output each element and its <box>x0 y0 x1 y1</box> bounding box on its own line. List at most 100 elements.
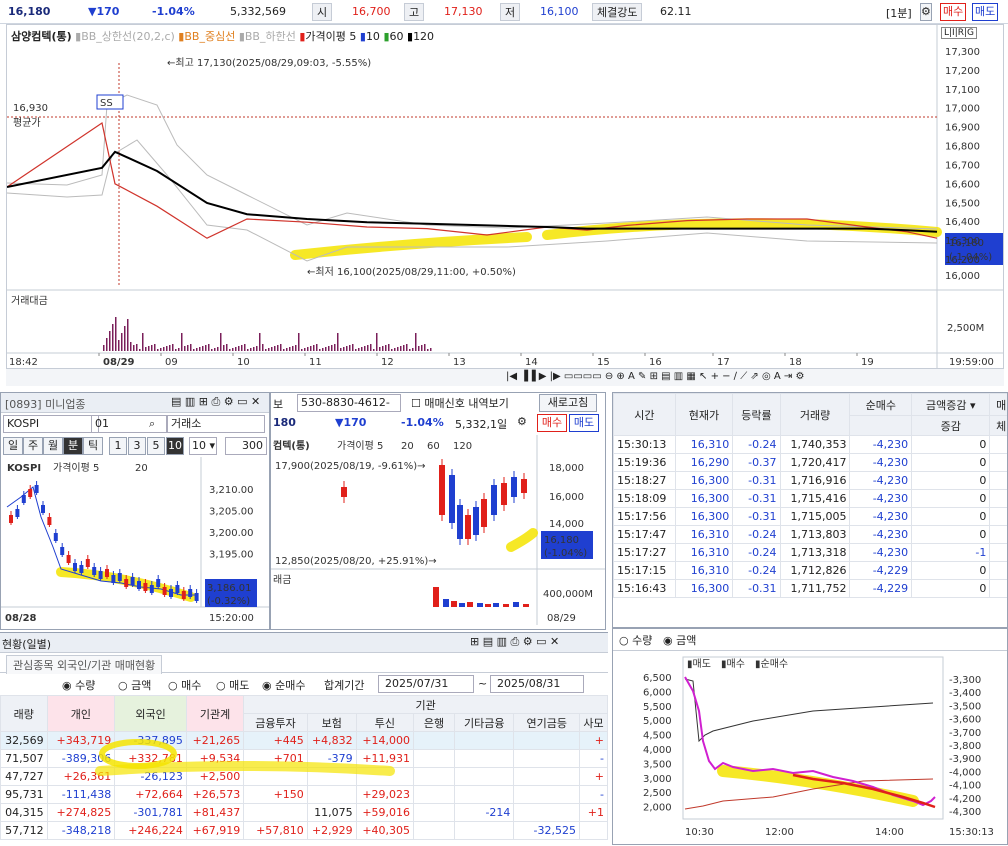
search-icon[interactable]: ⌕ <box>149 417 155 431</box>
volume-bar <box>175 349 177 351</box>
daily-quote-row: 180 ▼170 -1.04% 5,332,1일 ⚙ 매수 매도 <box>271 413 605 433</box>
investor-row[interactable]: 32,569+343,719-337,895+21,265+445+4,832+… <box>1 732 608 750</box>
investor-cell <box>244 804 308 822</box>
investor-cell <box>514 786 580 804</box>
investor-row[interactable]: 95,731-111,438+72,664+26,573+150+29,023- <box>1 786 608 804</box>
volume-bar <box>235 347 237 351</box>
investor-cell: +67,919 <box>186 822 243 840</box>
volume-bar <box>232 348 234 351</box>
investor-row[interactable]: 71,507-389,306+332,781+9,534+701-379+11,… <box>1 750 608 768</box>
radio-amount[interactable]: ○ 금액 <box>118 677 151 693</box>
period-2[interactable]: 월 <box>43 437 63 455</box>
trade-row[interactable]: 15:30:1316,310-0.241,740,353-4,2300 <box>614 436 1008 454</box>
interval-label[interactable]: [1분] <box>886 5 912 21</box>
daily-settings-icon[interactable]: ⚙ <box>517 415 527 428</box>
step-3[interactable]: 10 <box>166 437 184 455</box>
trade-cell: -0.24 <box>733 544 780 562</box>
period-3[interactable]: 분 <box>63 437 83 455</box>
code-input[interactable]: 01 <box>91 415 167 433</box>
daily-candle <box>457 505 463 539</box>
period-4[interactable]: 틱 <box>83 437 103 455</box>
investor-cell: +26,361 <box>47 768 115 786</box>
volume-bar <box>103 345 105 351</box>
date-from[interactable]: 2025/07/31 <box>378 675 474 693</box>
volume-bar <box>109 331 111 351</box>
investor-cell: +21,265 <box>186 732 243 750</box>
investor-window-icons[interactable]: ⊞ ▤ ▥ ⎙ ⚙ ▭ ✕ <box>470 635 559 649</box>
x-tick: 18:42 <box>9 357 38 368</box>
radio-buy[interactable]: ○ 매수 <box>168 677 201 693</box>
daily-buy-button[interactable]: 매수 <box>537 414 567 432</box>
refresh-button[interactable]: 새로고침 <box>539 394 597 412</box>
strength-value: 62.11 <box>660 5 692 18</box>
daily-vol-bar <box>467 602 473 607</box>
tab-investor-flow[interactable]: 관심종목 외국인/기관 매매현황 <box>6 655 162 674</box>
settings-icon[interactable]: ⚙ <box>920 3 932 21</box>
trade-cell: 0 <box>912 562 990 580</box>
trade-cell: 16,310 <box>675 544 733 562</box>
radio-flow-amount[interactable]: ◉ 금액 <box>663 632 696 648</box>
investor-cell <box>455 768 514 786</box>
trade-cell: -0.24 <box>733 526 780 544</box>
trade-row[interactable]: 15:16:4316,300-0.311,711,752-4,2290 <box>614 580 1008 598</box>
open-price: 16,700 <box>352 5 391 18</box>
daily-vol-bar <box>493 603 499 607</box>
investor-cell: +40,305 <box>356 822 413 840</box>
mini-window-icons[interactable]: ▤ ▥ ⊞ ⎙ ⚙ ▭ ✕ <box>171 395 260 409</box>
chart-nav-buttons[interactable]: |◀ ▐▐ ▶ |▶ ▭▭▭▭ ⊖ ⊕ A ✎ ⊞ ▤ ▥ ▦ ↖ + − ∕ … <box>506 371 804 382</box>
date-to[interactable]: 2025/08/31 <box>490 675 584 693</box>
trade-cell: 16,290 <box>675 454 733 472</box>
volume-bar <box>409 349 411 351</box>
trade-row[interactable]: 15:17:4716,310-0.241,713,803-4,2300 <box>614 526 1008 544</box>
trade-row[interactable]: 15:18:2716,300-0.311,716,916-4,2300 <box>614 472 1008 490</box>
volume-bar <box>250 348 252 351</box>
volume-bar <box>169 345 171 351</box>
buy-button[interactable]: 매수 <box>940 3 966 21</box>
radio-sell[interactable]: ○ 매도 <box>216 677 249 693</box>
step-1[interactable]: 3 <box>128 437 146 455</box>
step-0[interactable]: 1 <box>109 437 127 455</box>
trade-cell: -0.31 <box>733 472 780 490</box>
flow-y-left: 2,500 <box>643 788 672 799</box>
radio-net[interactable]: ◉ 순매수 <box>262 677 305 693</box>
daily-vol-bar <box>443 599 449 607</box>
investor-cell: +26,573 <box>186 786 243 804</box>
daily-sell-button[interactable]: 매도 <box>569 414 599 432</box>
volume-bar <box>253 347 255 351</box>
x-tick: 15 <box>597 357 610 368</box>
trade-row[interactable]: 15:17:1516,310-0.241,712,826-4,2290 <box>614 562 1008 580</box>
sell-button[interactable]: 매도 <box>972 3 998 21</box>
investor-cell <box>414 768 455 786</box>
investor-row[interactable]: 47,727+26,361-26,123+2,500+ <box>1 768 608 786</box>
exchange-field[interactable]: 거래소 <box>167 415 265 433</box>
daily-current-1: 16,180 <box>544 535 579 546</box>
step-2[interactable]: 5 <box>147 437 165 455</box>
volume-bar <box>208 344 210 351</box>
investor-row[interactable]: 04,315+274,825-301,781+81,43711,075+59,0… <box>1 804 608 822</box>
trade-cell: 1,713,318 <box>780 544 850 562</box>
index-select[interactable]: KOSPI <box>3 415 99 433</box>
volume-bar <box>190 344 192 351</box>
radio-qty[interactable]: ◉ 수량 <box>62 677 95 693</box>
trade-row[interactable]: 15:19:3616,290-0.371,720,417-4,2300 <box>614 454 1008 472</box>
inv-col-vol: 래량 <box>1 696 48 732</box>
count-input[interactable]: 300 <box>225 437 267 455</box>
radio-flow-qty[interactable]: ○ 수량 <box>619 632 652 648</box>
amount-select[interactable]: 금액증감 ▾ <box>912 394 990 416</box>
daily-y-tick: 16,000 <box>549 492 584 503</box>
x-tick: 16 <box>649 357 662 368</box>
volume-bar <box>319 349 321 351</box>
signal-checkbox[interactable]: ☐ 매매신호 내역보기 <box>411 395 509 411</box>
period-1[interactable]: 주 <box>23 437 43 455</box>
account-select[interactable]: 530-8830-4612- <box>297 394 401 412</box>
trade-row[interactable]: 15:17:5616,300-0.311,715,005-4,2300 <box>614 508 1008 526</box>
investor-row[interactable]: 57,712-348,218+246,224+67,919+57,810+2,9… <box>1 822 608 840</box>
trade-row[interactable]: 15:17:2716,310-0.241,713,318-4,230-1 <box>614 544 1008 562</box>
chart-toolbar: |◀ ▐▐ ▶ |▶ ▭▭▭▭ ⊖ ⊕ A ✎ ⊞ ▤ ▥ ▦ ↖ + − ∕ … <box>6 368 1004 386</box>
step-select[interactable]: 10 ▾ <box>189 437 217 455</box>
period-0[interactable]: 일 <box>3 437 23 455</box>
trade-row[interactable]: 15:18:0916,300-0.311,715,416-4,2300 <box>614 490 1008 508</box>
investor-cell <box>414 732 455 750</box>
investor-cell <box>244 768 308 786</box>
volume-bar <box>304 348 306 351</box>
